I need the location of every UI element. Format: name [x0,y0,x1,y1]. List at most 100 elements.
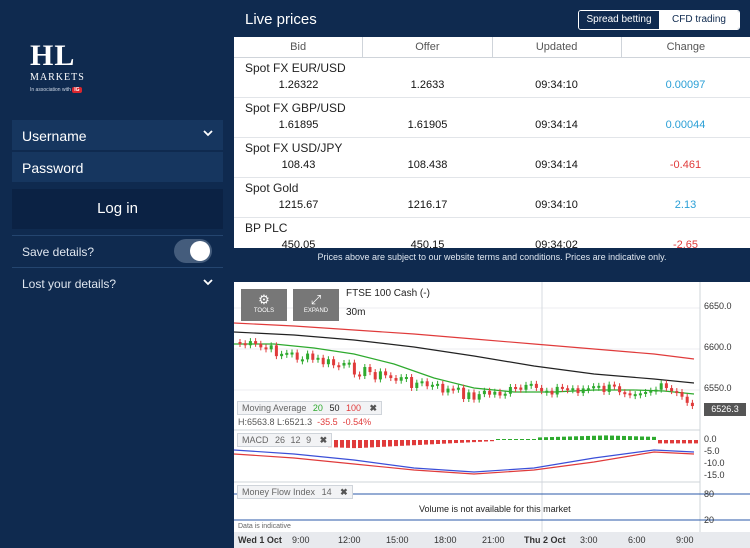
close-icon[interactable]: ✖ [370,403,378,413]
candle-body [285,352,289,355]
candle-body [566,388,570,391]
macd-p1: 26 [275,435,286,445]
mfi-tick: 20 [704,515,715,525]
tab-cfd-trading[interactable]: CFD trading [659,11,739,29]
macd-bar [424,440,428,445]
candle-body [654,389,658,392]
save-details-row: Save details? [12,235,223,267]
price-chart[interactable]: ⚙ TOOLS ⤢ EXPAND FTSE 100 Cash (-) 30m 6… [234,282,750,548]
candle-body [404,377,408,380]
candle-body [534,383,538,388]
macd-legend[interactable]: MACD 26 12 9 ✖ [237,433,333,447]
macd-bar [586,435,590,440]
macd-bar [358,440,362,448]
macd-bar [352,440,356,449]
price-values: 450.05 450.15 09:34:02 -2.65 [234,239,750,248]
candle-body [248,341,252,346]
macd-bar [646,436,650,440]
offer-value: 450.15 [410,239,445,248]
macd-bar [670,440,674,444]
candle-body [482,390,486,395]
candle-body [280,353,284,357]
col-bid: Bid [234,37,364,57]
candle-body [633,394,637,397]
candle-body [498,391,502,396]
macd-bar [430,440,434,445]
price-values: 1.26322 1.2633 09:34:10 0.00097 [234,79,750,91]
price-values: 1.61895 1.61905 09:34:14 0.00044 [234,119,750,131]
logo-assoc-text: In association with [30,87,71,93]
offer-value: 1.61905 [407,119,448,131]
password-field[interactable]: Password [12,152,223,182]
ma50-label: 50 [329,403,340,413]
gear-icon: ⚙ [258,292,270,307]
candle-body [420,381,424,384]
macd-bar [616,435,620,440]
chevron-down-icon[interactable] [203,128,213,138]
save-details-label: Save details? [22,245,95,259]
time-label: 3:00 [580,535,598,545]
col-updated: Updated [493,37,622,57]
table-row[interactable]: Spot FX EUR/USD 1.26322 1.2633 09:34:10 0.00… [234,58,750,98]
macd-bar [394,440,398,447]
macd-bar [448,440,452,444]
candle-body [560,386,564,389]
tools-button[interactable]: ⚙ TOOLS [241,289,287,321]
moving-average-legend[interactable]: Moving Average 20 50 100 ✖ [237,401,383,415]
lost-details-row[interactable]: Lost your details? [12,267,223,299]
macd-bar [628,436,632,440]
ig-logo: IG [72,87,82,93]
tab-spread-betting[interactable]: Spread betting [579,11,659,29]
table-row[interactable]: Spot FX USD/JPY 108.43 108.438 09:34:14 -0.4… [234,138,750,178]
macd-tick: 0.0 [704,434,717,444]
macd-bar [526,439,530,440]
candle-body [690,402,694,407]
candle-body [623,392,627,395]
candle-body [550,390,554,395]
macd-bar [334,440,338,448]
volume-note: Volume is not available for this market [419,504,571,514]
candle-body [274,345,278,357]
candle-body [347,362,351,365]
macd-p2: 12 [290,435,301,445]
save-details-toggle[interactable] [174,239,212,263]
ma20-label: 20 [312,403,323,413]
candle-body [368,367,372,373]
logo-association: In association with IG [30,87,100,93]
macd-bar [568,436,572,440]
stat-high: H:6563.8 [238,417,275,427]
price-tick: 6600.0 [704,342,732,352]
mfi-legend[interactable]: Money Flow Index 14 ✖ [237,485,353,499]
macd-bar [562,436,566,440]
candle-body [659,383,663,390]
username-field[interactable]: Username [12,120,223,150]
username-placeholder: Username [22,128,87,144]
candle-body [477,394,481,400]
close-icon[interactable]: ✖ [340,487,348,497]
macd-bar [676,440,680,444]
login-sidebar: HL MARKETS In association with IG Userna… [0,0,234,548]
candle-body [264,347,268,350]
expand-button[interactable]: ⤢ EXPAND [293,289,339,321]
time-label: 6:00 [628,535,646,545]
chevron-down-icon [203,279,213,286]
candle-body [581,388,585,394]
macd-tick: -5.0 [704,446,720,456]
candle-body [680,391,684,397]
candle-body [545,390,549,393]
time-label: 18:00 [434,535,457,545]
instrument-name: Spot FX GBP/USD [245,101,346,115]
expand-label: EXPAND [303,308,329,314]
close-icon[interactable]: ✖ [320,435,328,445]
table-row[interactable]: BP PLC 450.05 450.15 09:34:02 -2.65 [234,218,750,248]
table-row[interactable]: Spot FX GBP/USD 1.61895 1.61905 09:34:14 0.0… [234,98,750,138]
table-header: Bid Offer Updated Change [234,37,750,58]
table-row[interactable]: Spot Gold 1215.67 1216.17 09:34:10 2.13 [234,178,750,218]
candle-body [586,388,590,391]
macd-bar [550,437,554,440]
candle-body [576,388,580,394]
candle-body [638,393,642,396]
macd-line [234,449,695,473]
updated-value: 09:34:14 [535,159,578,171]
login-button[interactable]: Log in [12,189,223,229]
